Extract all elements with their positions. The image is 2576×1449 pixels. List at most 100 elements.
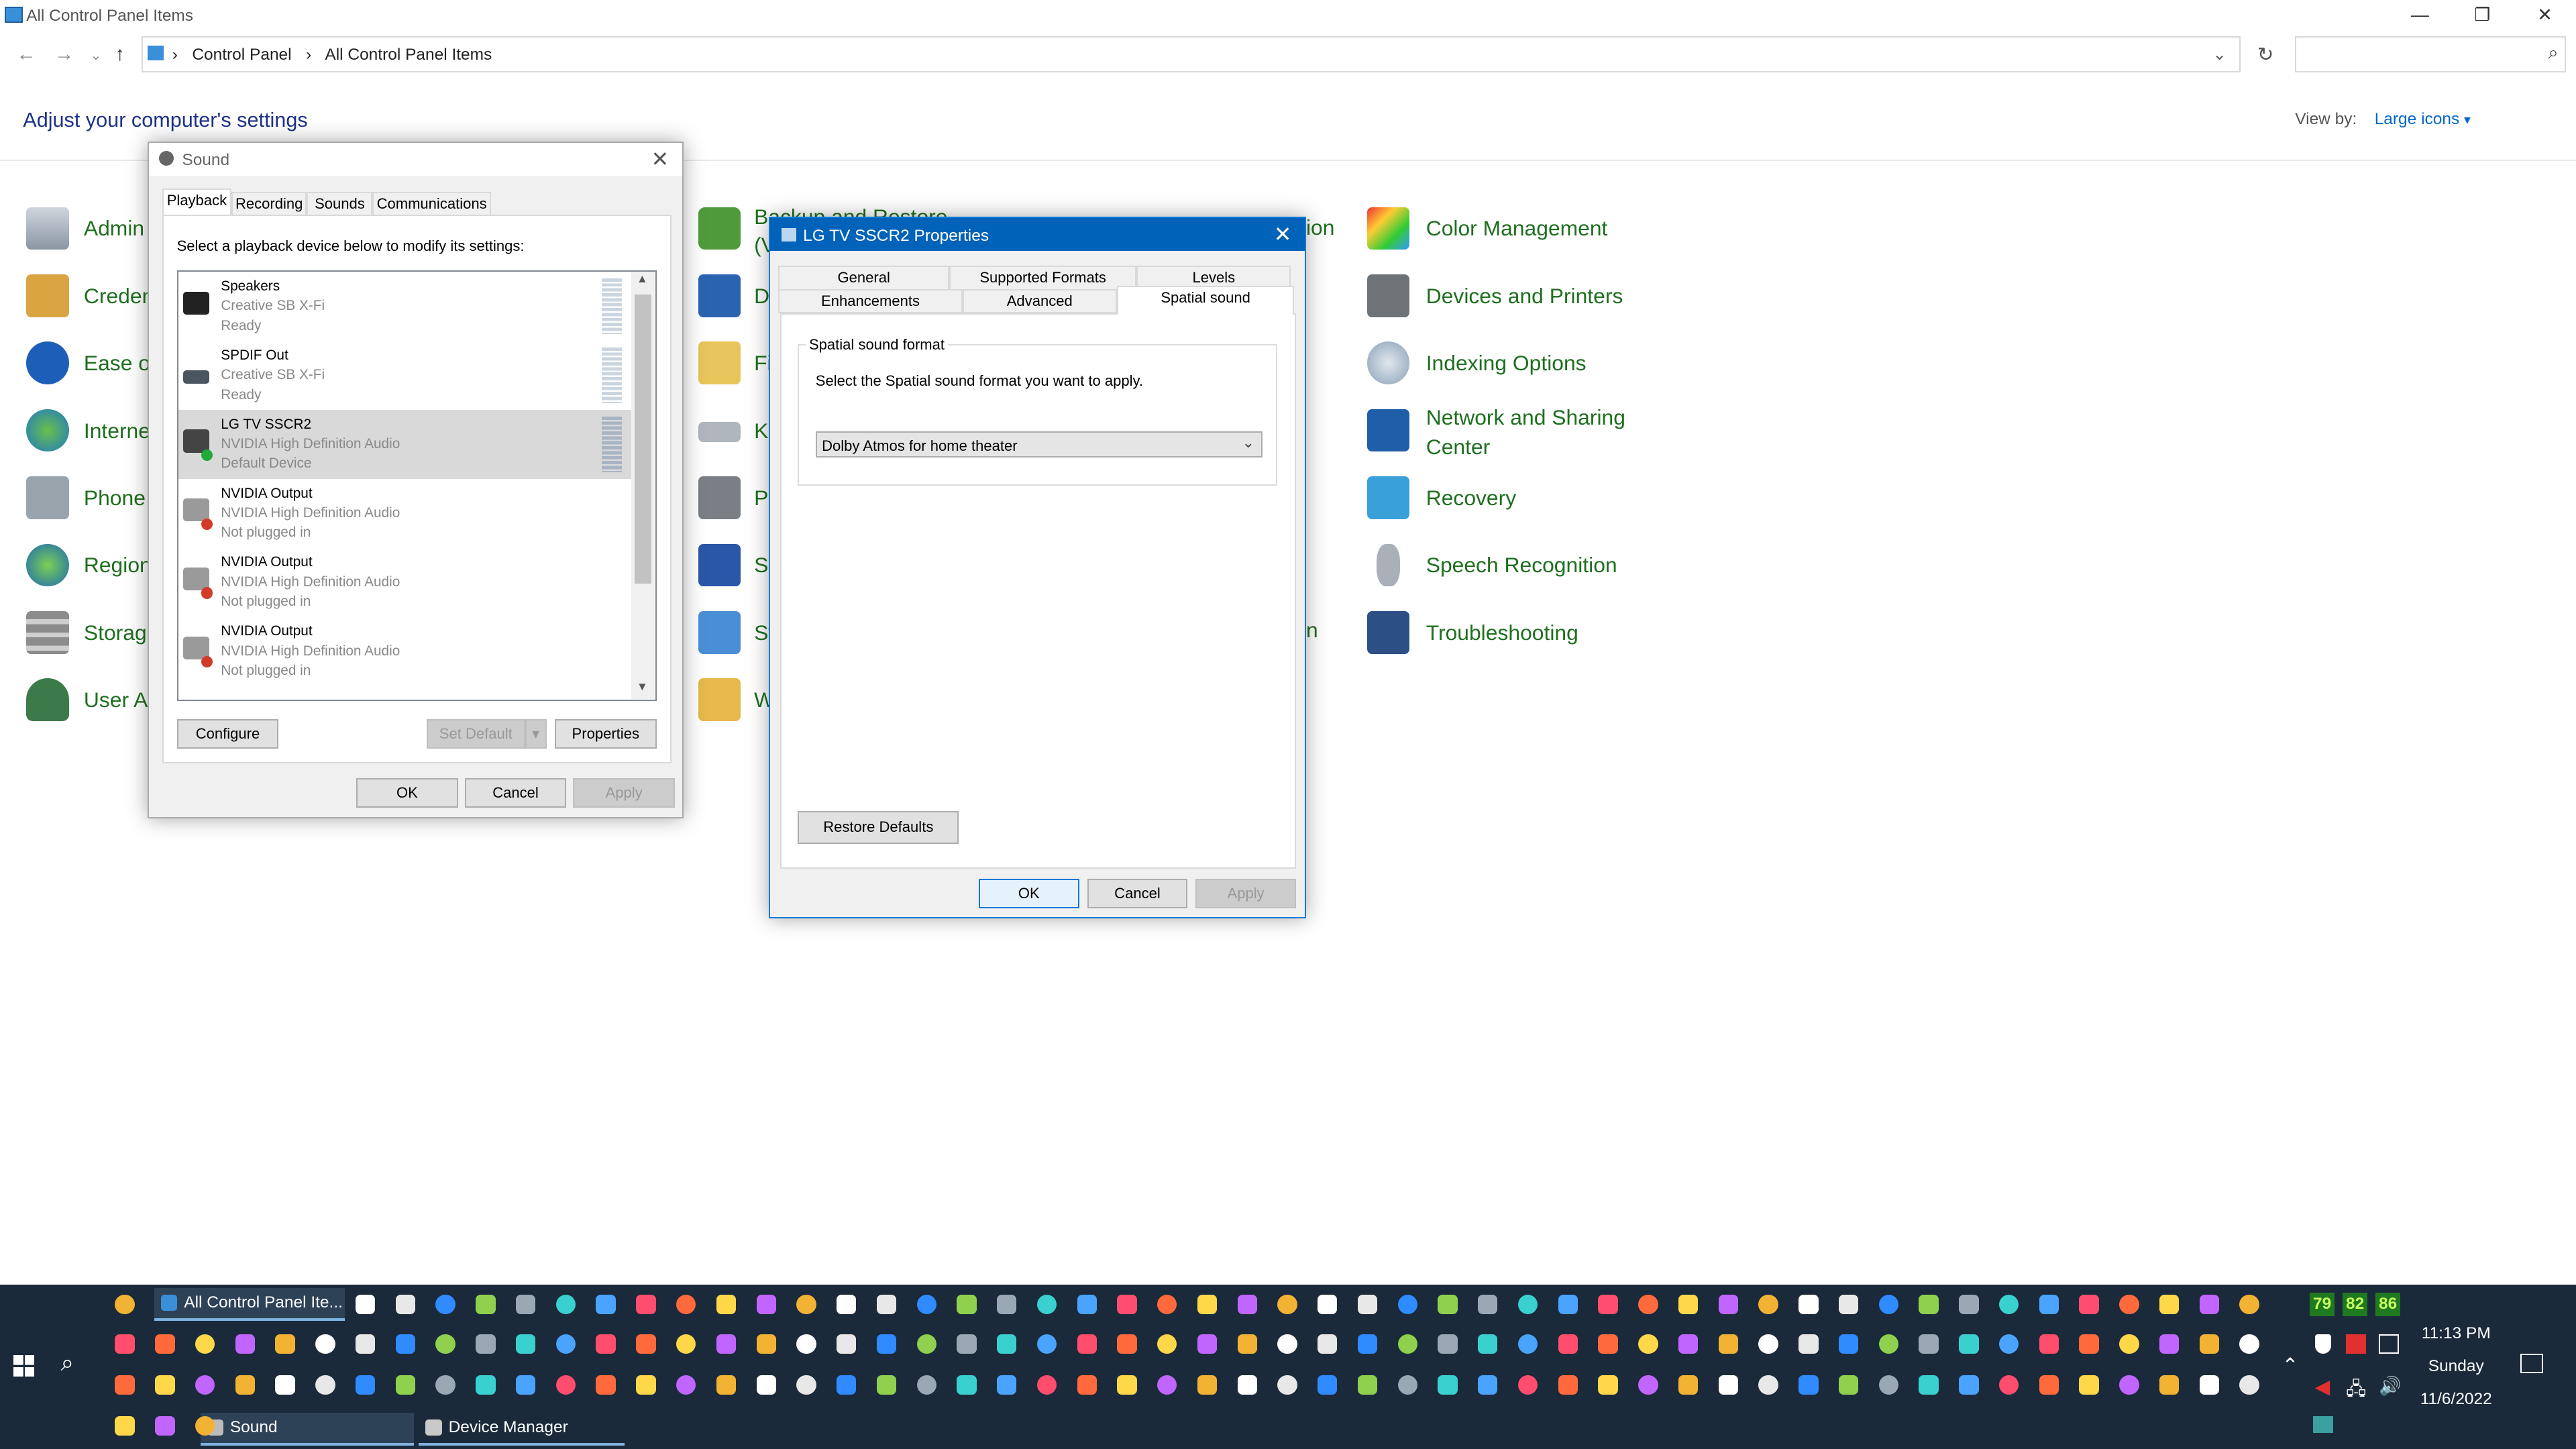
breadcrumb-all-items[interactable]: All Control Panel Items xyxy=(325,46,492,64)
pinned-app-icon[interactable] xyxy=(235,1334,256,1354)
tab-advanced[interactable]: Advanced xyxy=(962,288,1117,314)
pinned-app-icon[interactable] xyxy=(435,1334,455,1354)
pinned-app-icon[interactable] xyxy=(1959,1375,1979,1395)
spatial-format-select[interactable]: Dolby Atmos for home theater ⌄ xyxy=(815,431,1263,458)
pinned-app-icon[interactable] xyxy=(796,1375,816,1395)
breadcrumb-control-panel[interactable]: Control Panel xyxy=(192,46,291,64)
pinned-app-icon[interactable] xyxy=(1678,1334,1699,1354)
pinned-app-icon[interactable] xyxy=(515,1375,536,1395)
pinned-app-icon[interactable] xyxy=(1517,1334,1538,1354)
pinned-app-icon[interactable] xyxy=(916,1375,936,1395)
pinned-app-icon[interactable] xyxy=(1998,1334,2019,1354)
properties-button[interactable]: Properties xyxy=(554,718,657,749)
pinned-app-icon[interactable] xyxy=(1558,1294,1578,1315)
pinned-app-icon[interactable] xyxy=(1878,1334,1899,1354)
pinned-app-icon[interactable] xyxy=(355,1294,376,1315)
scroll-down-icon[interactable]: ▼ xyxy=(637,680,648,694)
pinned-app-icon[interactable] xyxy=(1438,1375,1458,1395)
pinned-app-icon[interactable] xyxy=(1799,1294,1819,1315)
shield-icon[interactable] xyxy=(2314,1334,2332,1354)
pinned-app-icon[interactable] xyxy=(1197,1294,1218,1315)
pinned-app-icon[interactable] xyxy=(155,1334,175,1354)
restore-button[interactable]: ❐ xyxy=(2458,3,2507,30)
pinned-app-icon[interactable] xyxy=(997,1334,1017,1354)
up-arrow-icon[interactable]: ↑ xyxy=(115,43,125,66)
device-item-selected[interactable]: LG TV SSCR2 NVIDIA High Definition Audio… xyxy=(178,409,632,479)
cancel-button[interactable]: Cancel xyxy=(1087,878,1188,908)
pinned-app-icon[interactable] xyxy=(1357,1334,1378,1354)
pinned-app-icon[interactable] xyxy=(837,1334,857,1354)
pinned-app-icon[interactable] xyxy=(2119,1334,2139,1354)
pinned-app-icon[interactable] xyxy=(957,1294,977,1315)
pinned-app-icon[interactable] xyxy=(155,1416,175,1436)
task-sound[interactable]: Sound xyxy=(200,1413,415,1446)
pinned-app-icon[interactable] xyxy=(1718,1334,1739,1354)
pinned-app-icon[interactable] xyxy=(676,1334,696,1354)
pinned-app-icon[interactable] xyxy=(1318,1334,1338,1354)
address-bar[interactable]: › Control Panel › All Control Panel Item… xyxy=(141,36,2241,72)
pinned-app-icon[interactable] xyxy=(2039,1294,2059,1315)
pinned-app-icon[interactable] xyxy=(1998,1375,2019,1395)
back-arrow-icon[interactable]: ← xyxy=(16,43,36,66)
pinned-app-icon[interactable] xyxy=(876,1294,897,1315)
pinned-app-icon[interactable] xyxy=(1638,1375,1658,1395)
pinned-app-icon[interactable] xyxy=(1478,1294,1498,1315)
pinned-app-icon[interactable] xyxy=(2079,1334,2099,1354)
pinned-app-icon[interactable] xyxy=(195,1334,215,1354)
pinned-app-icon[interactable] xyxy=(916,1334,936,1354)
pinned-app-icon[interactable] xyxy=(2159,1375,2180,1395)
pinned-app-icon[interactable] xyxy=(636,1294,656,1315)
pinned-app-icon[interactable] xyxy=(957,1334,977,1354)
pinned-app-icon[interactable] xyxy=(716,1294,737,1315)
pinned-app-icon[interactable] xyxy=(1077,1334,1097,1354)
pinned-app-icon[interactable] xyxy=(636,1334,656,1354)
pinned-app-icon[interactable] xyxy=(1598,1375,1618,1395)
pinned-app-icon[interactable] xyxy=(716,1334,737,1354)
pinned-app-icon[interactable] xyxy=(997,1294,1017,1315)
pinned-app-icon[interactable] xyxy=(1237,1294,1257,1315)
pinned-app-icon[interactable] xyxy=(275,1334,295,1354)
pinned-app-icon[interactable] xyxy=(796,1294,816,1315)
pinned-app-icon[interactable] xyxy=(2159,1294,2180,1315)
restore-defaults-button[interactable]: Restore Defaults xyxy=(798,810,959,844)
cancel-button[interactable]: Cancel xyxy=(464,778,567,808)
pinned-app-icon[interactable] xyxy=(1919,1294,1939,1315)
pinned-app-icon[interactable] xyxy=(195,1375,215,1395)
pinned-app-icon[interactable] xyxy=(2199,1334,2220,1354)
pinned-app-icon[interactable] xyxy=(1718,1294,1739,1315)
pinned-app-icon[interactable] xyxy=(1638,1334,1658,1354)
pinned-app-icon[interactable] xyxy=(1919,1334,1939,1354)
device-item[interactable]: NVIDIA Output NVIDIA High Definition Aud… xyxy=(178,548,632,617)
pinned-app-icon[interactable] xyxy=(1117,1294,1137,1315)
pinned-app-icon[interactable] xyxy=(1157,1294,1177,1315)
pinned-app-icon[interactable] xyxy=(1638,1294,1658,1315)
pinned-app-icon[interactable] xyxy=(115,1334,135,1354)
pinned-app-icon[interactable] xyxy=(1838,1375,1859,1395)
pinned-app-icon[interactable] xyxy=(837,1294,857,1315)
pinned-app-icon[interactable] xyxy=(596,1375,616,1395)
pinned-app-icon[interactable] xyxy=(2199,1294,2220,1315)
pinned-app-icon[interactable] xyxy=(115,1375,135,1395)
pinned-app-icon[interactable] xyxy=(1838,1334,1859,1354)
pinned-app-icon[interactable] xyxy=(476,1334,496,1354)
pinned-app-icon[interactable] xyxy=(2039,1375,2059,1395)
pinned-app-icon[interactable] xyxy=(636,1375,656,1395)
pinned-app-icon[interactable] xyxy=(2039,1334,2059,1354)
pinned-app-icon[interactable] xyxy=(435,1375,455,1395)
close-button[interactable]: ✕ xyxy=(2520,3,2569,30)
pinned-app-icon[interactable] xyxy=(1397,1334,1417,1354)
pinned-app-icon[interactable] xyxy=(1799,1375,1819,1395)
pinned-app-icon[interactable] xyxy=(1117,1375,1137,1395)
tab-playback[interactable]: Playback xyxy=(162,189,231,217)
apply-button[interactable]: Apply xyxy=(573,778,676,808)
pinned-app-icon[interactable] xyxy=(1237,1334,1257,1354)
close-icon[interactable]: ✕ xyxy=(1274,221,1292,247)
pinned-app-icon[interactable] xyxy=(515,1334,536,1354)
app-tray-icon[interactable]: ◀ xyxy=(2315,1375,2330,1399)
pinned-app-icon[interactable] xyxy=(2079,1375,2099,1395)
app-tray-icon[interactable] xyxy=(2313,1416,2333,1433)
pinned-app-icon[interactable] xyxy=(1077,1294,1097,1315)
pinned-app-icon[interactable] xyxy=(395,1334,416,1354)
set-default-button[interactable]: Set Default xyxy=(426,718,525,749)
pinned-app-icon[interactable] xyxy=(1598,1334,1618,1354)
